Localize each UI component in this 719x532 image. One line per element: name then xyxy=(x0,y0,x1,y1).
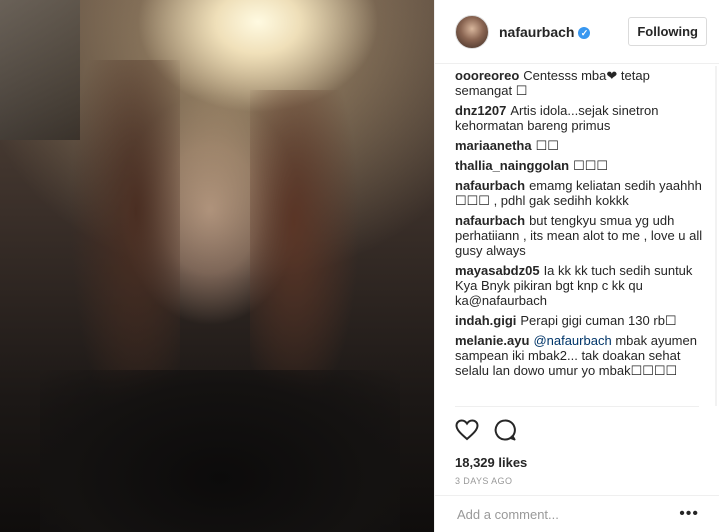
comment-item: oooreoreo Centesss mba❤ tetap semangat ☐ xyxy=(455,68,709,98)
comment-username[interactable]: nafaurbach xyxy=(455,178,525,193)
post-actions: 18,329 likes 3 DAYS AGO xyxy=(455,406,699,486)
comment-username[interactable]: nafaurbach xyxy=(455,213,525,228)
action-icons xyxy=(455,417,699,443)
comment-username[interactable]: thallia_nainggolan xyxy=(455,158,569,173)
likes-count[interactable]: 18,329 likes xyxy=(455,455,699,470)
comment-text: ☐☐☐ xyxy=(573,158,609,173)
comments-list[interactable]: oooreoreo Centesss mba❤ tetap semangat ☐ d… xyxy=(455,66,709,406)
post-timestamp[interactable]: 3 DAYS AGO xyxy=(455,476,699,486)
comment-username[interactable]: dnz1207 xyxy=(455,103,506,118)
scrollbar[interactable] xyxy=(713,66,719,406)
following-button[interactable]: Following xyxy=(628,17,707,46)
comment-item: nafaurbach emamg keliatan sedih yaahhh ☐☐… xyxy=(455,178,709,208)
verified-badge-icon: ✓ xyxy=(578,26,591,39)
username-link[interactable]: nafaurbach ✓ xyxy=(499,24,591,40)
more-options-icon[interactable]: ••• xyxy=(679,505,699,523)
comment-username[interactable]: mariaanetha xyxy=(455,138,532,153)
comment-mention[interactable]: @nafaurbach xyxy=(533,333,611,348)
comment-item: mayasabdz05 Ia kk kk tuch sedih suntuk Ky… xyxy=(455,263,709,308)
comment-item: thallia_nainggolan ☐☐☐ xyxy=(455,158,709,173)
car-window xyxy=(0,0,80,140)
comment-text: Perapi gigi cuman 130 rb☐ xyxy=(520,313,677,328)
comment-item: mariaanetha ☐☐ xyxy=(455,138,709,153)
comment-item: nafaurbach but tengkyu smua yg udh perhat… xyxy=(455,213,709,258)
add-comment-input[interactable] xyxy=(455,505,680,523)
comment-username[interactable]: oooreoreo xyxy=(455,68,519,83)
username-text[interactable]: nafaurbach xyxy=(499,24,574,40)
post-side-panel: nafaurbach ✓ Following oooreoreo Centesss … xyxy=(434,0,719,532)
comment-item: dnz1207 Artis idola...sejak sinetron keho… xyxy=(455,103,709,133)
comment-item: melanie.ayu @nafaurbach mbak ayumen sampe… xyxy=(455,333,709,378)
heart-icon[interactable] xyxy=(455,419,479,441)
add-comment-bar: ••• xyxy=(435,495,719,532)
comment-username[interactable]: indah.gigi xyxy=(455,313,516,328)
comment-icon[interactable] xyxy=(493,418,517,442)
comment-text: ☐☐ xyxy=(535,138,559,153)
comment-item: indah.gigi Perapi gigi cuman 130 rb☐ xyxy=(455,313,709,328)
comment-username[interactable]: mayasabdz05 xyxy=(455,263,540,278)
comment-username[interactable]: melanie.ayu xyxy=(455,333,529,348)
post-header: nafaurbach ✓ Following xyxy=(435,0,719,64)
dark-clothing xyxy=(40,370,400,532)
post-photo[interactable] xyxy=(0,0,434,532)
avatar[interactable] xyxy=(455,14,489,49)
